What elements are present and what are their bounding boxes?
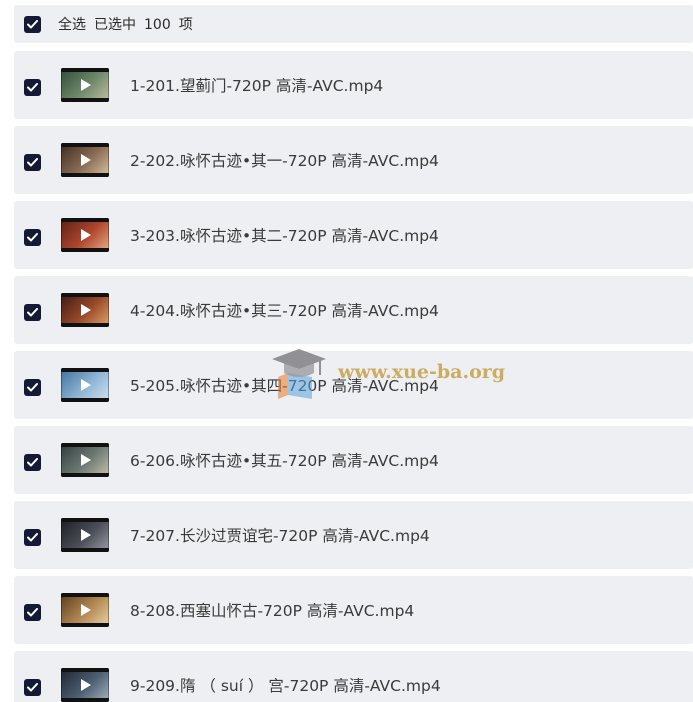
file-name: 5-205.咏怀古迹•其四-720P 高清-AVC.mp4 xyxy=(130,377,439,395)
checkmark-icon xyxy=(27,19,38,28)
file-name: 2-202.咏怀古迹•其一-720P 高清-AVC.mp4 xyxy=(130,152,439,170)
checkmark-icon xyxy=(27,682,38,691)
play-icon xyxy=(81,304,91,316)
file-row[interactable]: 9-209.隋 （ suí ） 宫-720P 高清-AVC.mp4 xyxy=(14,651,693,702)
selected-prefix: 已选中 xyxy=(94,17,136,33)
file-row[interactable]: 8-208.西塞山怀古-720P 高清-AVC.mp4 xyxy=(14,576,693,644)
file-checkbox[interactable] xyxy=(24,153,41,171)
file-row[interactable]: 5-205.咏怀古迹•其四-720P 高清-AVC.mp4 xyxy=(14,351,693,419)
play-icon xyxy=(81,529,91,541)
file-checkbox[interactable] xyxy=(24,378,41,396)
video-thumbnail[interactable] xyxy=(61,218,109,252)
play-icon xyxy=(81,454,91,466)
play-icon xyxy=(81,679,91,691)
video-thumbnail[interactable] xyxy=(61,443,109,477)
video-thumbnail[interactable] xyxy=(61,143,109,177)
file-checkbox[interactable] xyxy=(24,228,41,246)
file-row[interactable]: 2-202.咏怀古迹•其一-720P 高清-AVC.mp4 xyxy=(14,126,693,194)
play-icon xyxy=(81,154,91,166)
file-checkbox[interactable] xyxy=(24,78,41,96)
selected-count: 100 xyxy=(144,17,171,33)
checkmark-icon xyxy=(27,382,38,391)
checkmark-icon xyxy=(27,82,38,91)
video-thumbnail[interactable] xyxy=(61,593,109,627)
select-all-bar: 全选 已选中 100 项 xyxy=(14,5,693,43)
file-name: 7-207.长沙过贾谊宅-720P 高清-AVC.mp4 xyxy=(130,527,430,545)
selected-suffix: 项 xyxy=(178,17,193,33)
play-icon xyxy=(81,79,91,91)
file-name: 1-201.望蓟门-720P 高清-AVC.mp4 xyxy=(130,77,384,95)
video-thumbnail[interactable] xyxy=(61,293,109,327)
file-checkbox[interactable] xyxy=(24,453,41,471)
file-name: 4-204.咏怀古迹•其三-720P 高清-AVC.mp4 xyxy=(130,302,439,320)
checkmark-icon xyxy=(27,232,38,241)
file-row[interactable]: 3-203.咏怀古迹•其二-720P 高清-AVC.mp4 xyxy=(14,201,693,269)
play-icon xyxy=(81,604,91,616)
file-row[interactable]: 7-207.长沙过贾谊宅-720P 高清-AVC.mp4 xyxy=(14,501,693,569)
file-row[interactable]: 4-204.咏怀古迹•其三-720P 高清-AVC.mp4 xyxy=(14,276,693,344)
file-row[interactable]: 6-206.咏怀古迹•其五-720P 高清-AVC.mp4 xyxy=(14,426,693,494)
checkmark-icon xyxy=(27,457,38,466)
video-thumbnail[interactable] xyxy=(61,668,109,702)
file-row[interactable]: 1-201.望蓟门-720P 高清-AVC.mp4 xyxy=(14,51,693,119)
play-icon xyxy=(81,379,91,391)
video-thumbnail[interactable] xyxy=(61,368,109,402)
file-checkbox[interactable] xyxy=(24,528,41,546)
checkmark-icon xyxy=(27,607,38,616)
file-name: 8-208.西塞山怀古-720P 高清-AVC.mp4 xyxy=(130,602,415,620)
video-thumbnail[interactable] xyxy=(61,518,109,552)
select-all-checkbox[interactable] xyxy=(24,15,41,33)
file-name: 6-206.咏怀古迹•其五-720P 高清-AVC.mp4 xyxy=(130,452,439,470)
selection-summary: 全选 已选中 100 项 xyxy=(58,14,201,34)
file-checkbox[interactable] xyxy=(24,678,41,696)
file-name: 3-203.咏怀古迹•其二-720P 高清-AVC.mp4 xyxy=(130,227,439,245)
file-name: 9-209.隋 （ suí ） 宫-720P 高清-AVC.mp4 xyxy=(130,677,441,695)
video-thumbnail[interactable] xyxy=(61,68,109,102)
checkmark-icon xyxy=(27,157,38,166)
file-checkbox[interactable] xyxy=(24,603,41,621)
select-all-label[interactable]: 全选 xyxy=(58,17,86,33)
file-checkbox[interactable] xyxy=(24,303,41,321)
play-icon xyxy=(81,229,91,241)
checkmark-icon xyxy=(27,307,38,316)
file-selection-page: 全选 已选中 100 项 1-201.望蓟门-720P 高清-AVC.mp4 2-202… xyxy=(0,0,693,702)
checkmark-icon xyxy=(27,532,38,541)
